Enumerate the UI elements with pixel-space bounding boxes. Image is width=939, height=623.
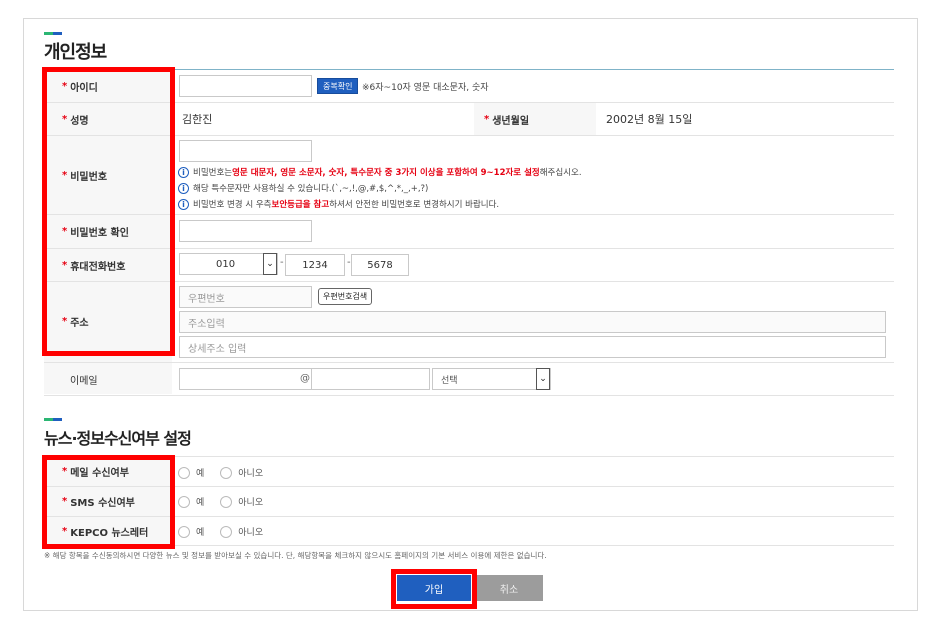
- kepco-no-radio[interactable]: [220, 525, 233, 538]
- birth-value: 2002년 8월 15일: [606, 113, 693, 126]
- address-input[interactable]: 주소입력: [179, 311, 886, 333]
- sms-subscribe-options: 예 아니오: [178, 495, 279, 508]
- password-confirm-input[interactable]: [179, 220, 312, 242]
- phone-last-input[interactable]: 5678: [351, 254, 409, 276]
- cancel-button[interactable]: 취소: [475, 575, 543, 601]
- phone-dash: -: [280, 257, 284, 268]
- sms-no-radio[interactable]: [220, 495, 233, 508]
- name-value: 김한진: [182, 113, 213, 126]
- highlight-box-news-labels: [42, 455, 175, 549]
- highlight-box-personal-labels: [42, 67, 175, 356]
- phone-mid-input[interactable]: 1234: [285, 254, 345, 276]
- password-note-1: i 비밀번호는 영문 대문자, 영문 소문자, 숫자, 특수문자 중 3가지 이상…: [178, 166, 582, 178]
- section-title-news: 뉴스·정보수신여부 설정: [44, 429, 192, 448]
- info-icon: i: [178, 182, 189, 194]
- id-input[interactable]: [179, 75, 312, 97]
- password-input[interactable]: [179, 140, 312, 162]
- section-marker: [44, 32, 62, 35]
- email-domain-input[interactable]: [311, 368, 430, 390]
- phone-prefix-select[interactable]: 010 ⌄: [179, 253, 278, 275]
- news-footnote: ※ 해당 항목을 수신동의하시면 다양한 뉴스 및 정보를 받아보실 수 있습니…: [44, 551, 547, 560]
- info-icon: i: [178, 198, 189, 210]
- zipcode-input[interactable]: 우편번호: [179, 286, 312, 308]
- birth-label: * 생년월일: [484, 113, 530, 127]
- chevron-down-icon: ⌄: [263, 253, 277, 275]
- email-domain-select[interactable]: 선택 ⌄: [432, 368, 551, 390]
- email-label: 이메일: [70, 375, 98, 387]
- zipcode-search-button[interactable]: 우편번호검색: [318, 288, 373, 305]
- divider: [44, 395, 894, 396]
- kepco-yes-radio[interactable]: [178, 525, 190, 538]
- mail-no-radio[interactable]: [220, 466, 233, 479]
- id-check-button[interactable]: 중복확인: [317, 78, 359, 94]
- email-id-input[interactable]: [179, 368, 312, 390]
- email-at: @: [300, 373, 310, 384]
- mail-subscribe-options: 예 아니오: [178, 466, 279, 479]
- password-note-3: i 비밀번호 변경 시 우측 보안등급을 참고 하셔서 안전한 비밀번호로 변경하시…: [178, 198, 499, 210]
- sms-yes-radio[interactable]: [178, 495, 190, 508]
- info-icon: i: [178, 166, 189, 178]
- section-title-personal: 개인정보: [44, 42, 107, 63]
- highlight-box-join-button: [391, 569, 477, 609]
- mail-yes-radio[interactable]: [178, 466, 190, 479]
- chevron-down-icon: ⌄: [536, 368, 550, 390]
- password-note-2: i 해당 특수문자만 사용하실 수 있습니다.(`,~,!,@,#,$,^,*,_…: [178, 182, 428, 194]
- address-detail-input[interactable]: 상세주소 입력: [179, 336, 886, 358]
- kepco-newsletter-options: 예 아니오: [178, 525, 279, 538]
- section-marker: [44, 418, 62, 421]
- id-hint: ※6자~10자 영문 대소문자, 숫자: [362, 83, 489, 93]
